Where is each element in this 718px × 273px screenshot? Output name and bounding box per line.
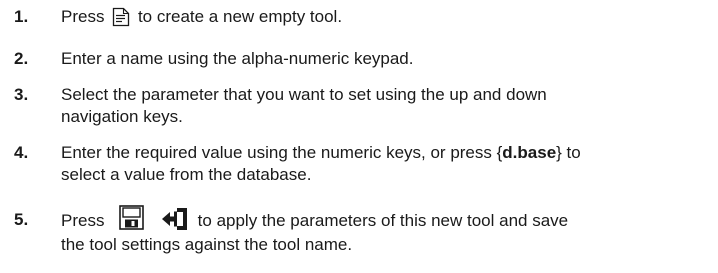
new-tool-icon: [112, 7, 130, 27]
step-text-before: Press: [61, 7, 105, 26]
step-text: Press to apply the parameters of this ne…: [61, 205, 711, 256]
step-text-line1: Press to apply the parameters of this ne…: [61, 205, 711, 234]
apply-icon: [161, 207, 189, 231]
step-text-after: to create a new empty tool.: [137, 7, 343, 26]
step-text-after: } to: [556, 143, 581, 162]
step-number: 1.: [14, 7, 29, 26]
step-text: Enter the required value using the numer…: [61, 142, 711, 186]
step-text-line1: Enter a name using the alpha-numeric key…: [61, 49, 414, 68]
step-text: Select the parameter that you want to se…: [61, 84, 711, 128]
step-text-before: Press: [61, 210, 105, 230]
step-text: Enter a name using the alpha-numeric key…: [61, 48, 711, 70]
dbase-key-label: d.base: [502, 143, 557, 162]
step-text-line2: the tool settings against the tool name.: [61, 235, 353, 254]
step-number: 5.: [14, 210, 29, 229]
step-text: Press to create a new empty tool.: [61, 6, 711, 28]
step-text-after: to apply the parameters of this new tool…: [197, 210, 569, 230]
step-number: 3.: [14, 85, 29, 104]
step-text-line1: Select the parameter that you want to se…: [61, 85, 547, 104]
step-text-line2: select a value from the database.: [61, 165, 312, 184]
step-number: 2.: [14, 49, 29, 68]
step-text-line2: navigation keys.: [61, 107, 183, 126]
step-number: 4.: [14, 143, 29, 162]
step-text-line1: Enter the required value using the numer…: [61, 142, 711, 164]
step-text-before: Enter the required value using the numer…: [61, 143, 503, 162]
save-icon: [119, 205, 145, 230]
